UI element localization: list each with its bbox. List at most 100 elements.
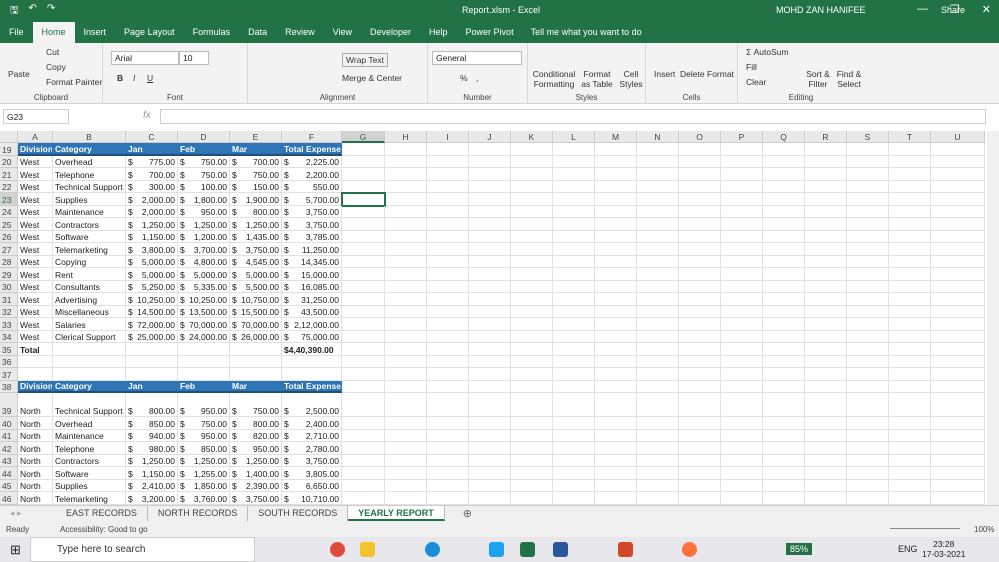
empty-cell[interactable] bbox=[553, 205, 595, 218]
empty-cell[interactable] bbox=[385, 393, 427, 417]
empty-cell[interactable] bbox=[342, 230, 385, 243]
tot-cell[interactable]: $2,400.00 bbox=[282, 417, 342, 430]
empty-cell[interactable] bbox=[342, 293, 385, 306]
tot-cell[interactable]: $2,225.00 bbox=[282, 155, 342, 168]
tab-data[interactable]: Data bbox=[239, 22, 276, 43]
empty-cell[interactable] bbox=[847, 293, 889, 306]
empty-cell[interactable] bbox=[511, 180, 553, 193]
empty-cell[interactable] bbox=[553, 218, 595, 231]
empty-cell[interactable] bbox=[847, 168, 889, 181]
empty-cell[interactable] bbox=[931, 268, 985, 281]
row-header[interactable]: 35 bbox=[0, 343, 18, 356]
empty-cell[interactable] bbox=[553, 318, 595, 331]
empty-cell[interactable] bbox=[721, 393, 763, 417]
empty-cell[interactable] bbox=[889, 143, 931, 156]
empty-cell[interactable] bbox=[511, 429, 553, 442]
empty-cell[interactable] bbox=[385, 355, 427, 368]
empty-cell[interactable] bbox=[427, 368, 469, 381]
empty-cell[interactable] bbox=[721, 268, 763, 281]
empty-cell[interactable] bbox=[679, 467, 721, 480]
empty-cell[interactable] bbox=[763, 429, 805, 442]
total-label[interactable]: Total bbox=[18, 343, 53, 356]
empty-cell[interactable] bbox=[679, 343, 721, 356]
jan-cell[interactable]: $800.00 bbox=[126, 393, 178, 417]
empty-cell[interactable] bbox=[889, 417, 931, 430]
tab-review[interactable]: Review bbox=[276, 22, 324, 43]
empty-cell[interactable] bbox=[230, 343, 282, 356]
empty-cell[interactable] bbox=[637, 268, 679, 281]
jan-cell[interactable]: $980.00 bbox=[126, 442, 178, 455]
empty-cell[interactable] bbox=[511, 268, 553, 281]
empty-cell[interactable] bbox=[511, 417, 553, 430]
empty-cell[interactable] bbox=[889, 218, 931, 231]
language-indicator[interactable]: ENG bbox=[898, 544, 918, 554]
jan-cell[interactable]: $5,000.00 bbox=[126, 268, 178, 281]
empty-cell[interactable] bbox=[931, 218, 985, 231]
tot-cell[interactable]: $10,710.00 bbox=[282, 492, 342, 505]
empty-cell[interactable] bbox=[847, 243, 889, 256]
table-header-cell[interactable]: Feb bbox=[178, 143, 230, 156]
fx-icon[interactable]: fx bbox=[143, 110, 151, 121]
division-cell[interactable]: West bbox=[18, 155, 53, 168]
empty-cell[interactable] bbox=[637, 243, 679, 256]
edge-icon[interactable] bbox=[425, 542, 440, 557]
empty-cell[interactable] bbox=[595, 417, 637, 430]
category-cell[interactable]: Overhead bbox=[53, 155, 126, 168]
empty-cell[interactable] bbox=[721, 205, 763, 218]
empty-cell[interactable] bbox=[763, 368, 805, 381]
accessibility-status[interactable]: Accessibility: Good to go bbox=[60, 525, 148, 534]
jan-cell[interactable]: $2,410.00 bbox=[126, 479, 178, 492]
empty-cell[interactable] bbox=[469, 343, 511, 356]
category-cell[interactable]: Technical Support bbox=[53, 180, 126, 193]
division-cell[interactable]: West bbox=[18, 330, 53, 343]
empty-cell[interactable] bbox=[679, 280, 721, 293]
empty-cell[interactable] bbox=[469, 143, 511, 156]
jan-cell[interactable]: $850.00 bbox=[126, 417, 178, 430]
paste-button[interactable]: Paste bbox=[8, 69, 30, 79]
empty-cell[interactable] bbox=[847, 318, 889, 331]
tot-cell[interactable]: $3,750.00 bbox=[282, 205, 342, 218]
empty-cell[interactable] bbox=[763, 218, 805, 231]
empty-cell[interactable] bbox=[511, 280, 553, 293]
empty-cell[interactable] bbox=[805, 168, 847, 181]
empty-cell[interactable] bbox=[931, 479, 985, 492]
empty-cell[interactable] bbox=[763, 155, 805, 168]
feb-cell[interactable]: $5,335.00 bbox=[178, 280, 230, 293]
empty-cell[interactable] bbox=[595, 180, 637, 193]
empty-cell[interactable] bbox=[469, 454, 511, 467]
empty-cell[interactable] bbox=[342, 305, 385, 318]
empty-cell[interactable] bbox=[385, 143, 427, 156]
empty-cell[interactable] bbox=[889, 330, 931, 343]
jan-cell[interactable]: $25,000.00 bbox=[126, 330, 178, 343]
bold-button[interactable]: B bbox=[117, 73, 123, 83]
tot-cell[interactable]: $16,085.00 bbox=[282, 280, 342, 293]
mar-cell[interactable]: $3,750.00 bbox=[230, 243, 282, 256]
formula-input[interactable] bbox=[160, 109, 986, 124]
empty-cell[interactable] bbox=[342, 417, 385, 430]
empty-cell[interactable] bbox=[805, 454, 847, 467]
empty-cell[interactable] bbox=[595, 243, 637, 256]
empty-cell[interactable] bbox=[595, 193, 637, 206]
tot-cell[interactable]: $3,750.00 bbox=[282, 218, 342, 231]
empty-cell[interactable] bbox=[553, 442, 595, 455]
tab-help[interactable]: Help bbox=[420, 22, 457, 43]
empty-cell[interactable] bbox=[721, 168, 763, 181]
feb-cell[interactable]: $70,000.00 bbox=[178, 318, 230, 331]
clock[interactable]: 23:28 17-03-2021 bbox=[922, 539, 965, 559]
empty-cell[interactable] bbox=[469, 417, 511, 430]
column-header-H[interactable]: H bbox=[385, 131, 427, 143]
battery-indicator[interactable]: 85% bbox=[786, 543, 813, 555]
empty-cell[interactable] bbox=[511, 442, 553, 455]
row-header[interactable]: 34 bbox=[0, 330, 18, 343]
empty-cell[interactable] bbox=[721, 330, 763, 343]
empty-cell[interactable] bbox=[847, 380, 889, 393]
empty-cell[interactable] bbox=[427, 343, 469, 356]
cell-styles-button[interactable]: Cell Styles bbox=[618, 69, 644, 89]
format-as-table-button[interactable]: Format as Table bbox=[578, 69, 616, 89]
column-header-C[interactable]: C bbox=[126, 131, 178, 143]
empty-cell[interactable] bbox=[385, 205, 427, 218]
empty-cell[interactable] bbox=[721, 368, 763, 381]
table-header-cell[interactable]: Division bbox=[18, 143, 53, 156]
mar-cell[interactable]: $1,435.00 bbox=[230, 230, 282, 243]
division-cell[interactable]: West bbox=[18, 243, 53, 256]
